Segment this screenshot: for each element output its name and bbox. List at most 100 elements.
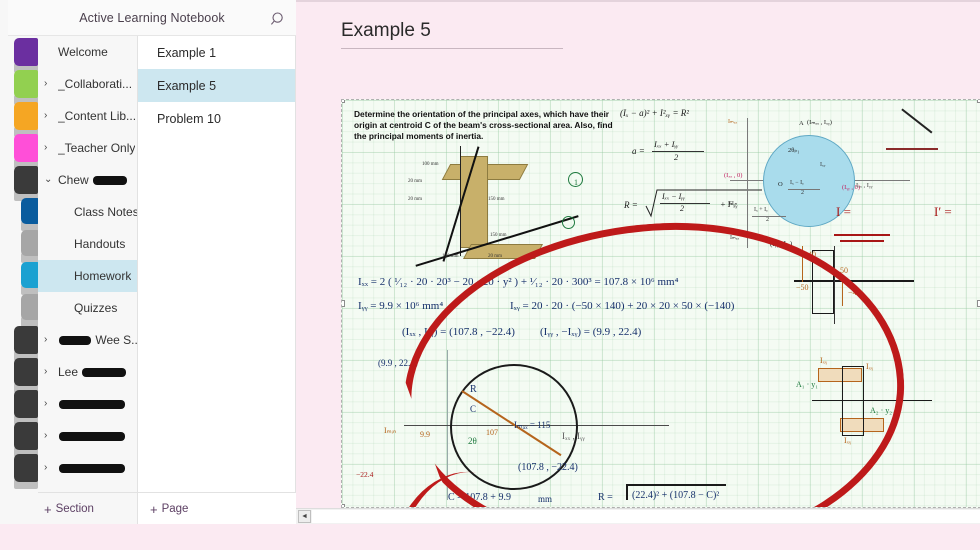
add-section-button[interactable]: + Section — [38, 493, 138, 524]
label-half-diff-denominator: 2 — [801, 190, 804, 196]
section-tab-color — [14, 358, 38, 386]
section-list-column: Welcome › _Collaborati... › _Content Lib... ›… — [38, 36, 138, 524]
section-color-tab[interactable] — [14, 454, 38, 489]
page-title-rule — [341, 48, 563, 49]
dim-label: 150 mm — [488, 197, 505, 202]
chevron-right-icon[interactable]: › — [44, 463, 56, 473]
sidebar-item-label: Chew — [58, 173, 128, 187]
dim-label: 100 mm — [442, 254, 459, 259]
sidebar-item-teacher-only[interactable]: › _Teacher Only — [38, 132, 137, 164]
resize-handle-top-left[interactable] — [342, 100, 345, 103]
sidebar-item-label — [58, 397, 126, 411]
notebook-title: Active Learning Notebook — [79, 10, 225, 25]
section-tab-color — [14, 102, 38, 130]
dim-label: 20 mm — [408, 179, 423, 184]
section-color-tab[interactable] — [14, 422, 38, 457]
section-color-tab[interactable] — [14, 390, 38, 425]
section-color-tab[interactable] — [14, 326, 38, 361]
sidebar-item-chew[interactable]: ⌄ Chew — [38, 164, 137, 196]
section-tab-color — [14, 422, 38, 450]
inserted-note-image[interactable]: Determine the orientation of the princip… — [341, 99, 980, 508]
formula-a-denominator: 2 — [674, 152, 679, 162]
chevron-right-icon[interactable]: › — [44, 431, 56, 441]
section-color-tab[interactable] — [21, 262, 39, 295]
label-circle-value-neg-22-4: −22.4 — [356, 470, 374, 479]
sidebar-item-lee[interactable]: › Lee — [38, 356, 137, 388]
label-point-A: A — [799, 120, 804, 127]
label-Imin: Iₘᵢₙ — [728, 201, 738, 207]
page-item-example-5[interactable]: Example 5 — [138, 69, 295, 102]
page-title[interactable]: Example 5 — [341, 20, 431, 42]
sidebar-item-label: _Content Lib... — [58, 109, 137, 123]
sidebar-item-label: Wee S... — [58, 333, 137, 347]
redacted-text — [59, 464, 125, 474]
page-item-problem-10[interactable]: Problem 10 — [138, 102, 295, 135]
sidebar-item-label: Lee — [58, 365, 127, 379]
section-color-tab[interactable] — [14, 38, 38, 73]
horizontal-scrollbar[interactable]: ◄ — [296, 508, 980, 524]
sidebar-item-handouts[interactable]: Handouts — [38, 228, 137, 260]
page-list: Example 1 Example 5 Problem 10 — [138, 36, 295, 135]
section-tab-color — [14, 390, 38, 418]
scroll-left-arrow-icon[interactable]: ◄ — [298, 510, 311, 523]
sidebar-item-label: _Collaborati... — [58, 77, 133, 91]
sidebar-item-content-lib[interactable]: › _Content Lib... — [38, 100, 137, 132]
section-tab-color — [14, 70, 38, 98]
dim-label: 150 mm — [490, 233, 507, 238]
sidebar-item-redacted-11[interactable]: › — [38, 388, 137, 420]
section-tab-color — [21, 198, 39, 224]
section-tab-color — [21, 230, 39, 256]
section-color-tab[interactable] — [14, 358, 38, 393]
add-bar: + Section + Page — [38, 492, 296, 524]
section-tab-color — [14, 38, 38, 66]
section-color-tab[interactable] — [14, 102, 38, 137]
label-circle-Imin: Iₘᵢₙ — [384, 426, 397, 435]
section-color-tab[interactable] — [14, 166, 38, 201]
page-item-example-1[interactable]: Example 1 — [138, 36, 295, 69]
section-color-tab[interactable] — [14, 134, 38, 169]
page-canvas[interactable]: Example 5 Determine the orientation of t… — [296, 0, 980, 550]
sidebar-item-redacted-13[interactable]: › — [38, 452, 137, 484]
label-half-diff-numerator: Iₓ − Iᵧ — [790, 180, 804, 186]
sidebar-item-welcome[interactable]: Welcome — [38, 36, 137, 68]
chevron-down-icon[interactable]: ⌄ — [44, 175, 56, 185]
sidebar-item-collaborati[interactable]: › _Collaborati... — [38, 68, 137, 100]
chevron-right-icon[interactable]: › — [44, 79, 56, 89]
problem-statement: Determine the orientation of the princip… — [354, 109, 613, 142]
section-color-tab[interactable] — [14, 70, 38, 105]
sidebar-item-wee-s[interactable]: › Wee S... — [38, 324, 137, 356]
label-A-coords: (Iₘₐₓ , Iₓᵧ) — [807, 119, 832, 126]
onenote-window: Active Learning Notebook Welcome › _Collab… — [0, 0, 980, 550]
resize-handle-middle-left[interactable] — [342, 299, 345, 307]
formula-R-denominator: 2 — [680, 204, 684, 213]
window-bottom-strip — [0, 524, 980, 550]
sidebar-item-class-notes[interactable]: Class Notes — [38, 196, 137, 228]
formula-a-lhs: a = — [632, 146, 645, 156]
add-page-button[interactable]: + Page — [138, 493, 296, 524]
redacted-text — [59, 336, 91, 346]
section-color-tab[interactable] — [21, 198, 39, 231]
sidebar-item-label: Handouts — [74, 237, 126, 251]
section-color-tab[interactable] — [21, 294, 39, 327]
chevron-right-icon[interactable]: › — [44, 335, 56, 345]
section-color-tab[interactable] — [21, 230, 39, 263]
notebook-navigation-pane: Active Learning Notebook Welcome › _Collab… — [0, 0, 296, 524]
chevron-right-icon[interactable]: › — [44, 111, 56, 121]
chevron-right-icon[interactable]: › — [44, 367, 56, 377]
dim-label: 20 mm — [488, 254, 503, 259]
dim-label: 100 mm — [422, 162, 439, 167]
formula-R-numerator: Iₓₓ − Iᵧᵧ — [662, 192, 685, 201]
chevron-right-icon[interactable]: › — [44, 143, 56, 153]
page-item-label: Example 5 — [157, 78, 217, 93]
sidebar-item-redacted-12[interactable]: › — [38, 420, 137, 452]
chevron-right-icon[interactable]: › — [44, 399, 56, 409]
sidebar-item-label — [58, 461, 126, 475]
section-tab-color — [14, 134, 38, 162]
sidebar-item-homework[interactable]: Homework — [38, 260, 137, 292]
horizontal-scrollbar-thumb[interactable] — [312, 510, 980, 523]
redacted-text — [93, 176, 128, 186]
search-icon[interactable] — [266, 7, 290, 31]
formula-R-lhs: R = — [624, 200, 638, 210]
sidebar-item-quizzes[interactable]: Quizzes — [38, 292, 137, 324]
label-mohr-axis: Iₓₓ , Iᵧᵧ — [856, 182, 873, 189]
